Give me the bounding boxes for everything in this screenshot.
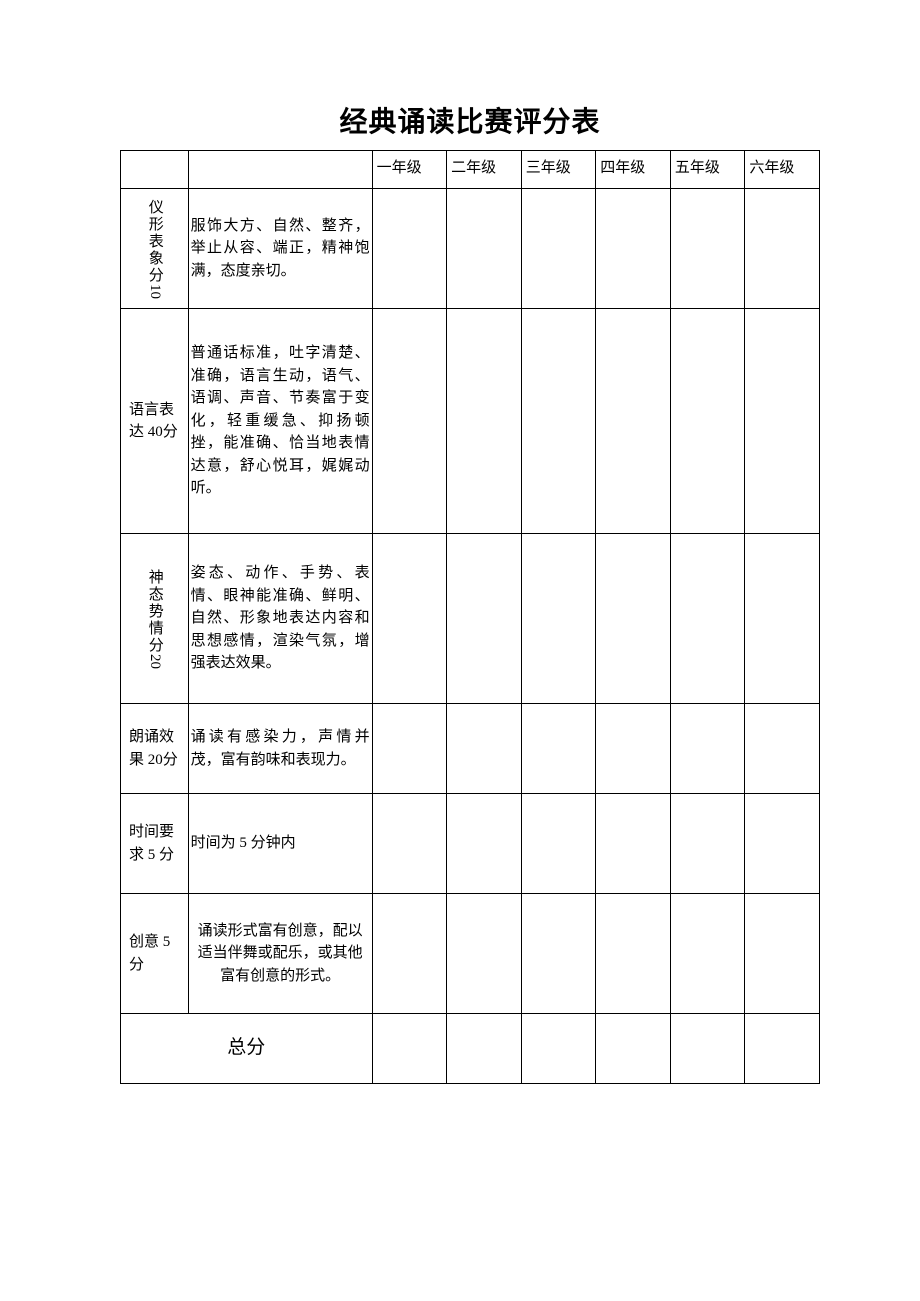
criteria-desc: 服饰大方、自然、整齐，举止从容、端正，精神饱满，态度亲切。 bbox=[188, 189, 372, 309]
score-cell bbox=[596, 794, 671, 894]
criteria-desc: 诵读形式富有创意，配以适当伴舞或配乐，或其他富有创意的形式。 bbox=[188, 894, 372, 1014]
score-table: 一年级 二年级 三年级 四年级 五年级 六年级 仪形表象分10 服饰大方、自然、… bbox=[120, 150, 820, 1084]
total-cell bbox=[596, 1014, 671, 1084]
score-cell bbox=[521, 894, 596, 1014]
total-cell bbox=[521, 1014, 596, 1084]
category-cell: 语言表达 40分 bbox=[121, 309, 189, 534]
score-cell bbox=[372, 309, 447, 534]
score-cell bbox=[447, 534, 522, 704]
category-cell: 神态势情分20 bbox=[121, 534, 189, 704]
table-row: 神态势情分20 姿态、动作、手势、表情、眼神能准确、鲜明、自然、形象地表达内容和… bbox=[121, 534, 820, 704]
score-cell bbox=[447, 704, 522, 794]
score-cell bbox=[745, 704, 820, 794]
page-title: 经典诵读比赛评分表 bbox=[120, 100, 820, 140]
criteria-desc: 诵读有感染力，声情并茂，富有韵味和表现力。 bbox=[188, 704, 372, 794]
header-grade-3: 三年级 bbox=[521, 151, 596, 189]
table-row: 朗诵效果 20分 诵读有感染力，声情并茂，富有韵味和表现力。 bbox=[121, 704, 820, 794]
table-row: 时间要求 5 分 时间为 5 分钟内 bbox=[121, 794, 820, 894]
score-cell bbox=[745, 534, 820, 704]
table-header-row: 一年级 二年级 三年级 四年级 五年级 六年级 bbox=[121, 151, 820, 189]
category-cell: 创意 5分 bbox=[121, 894, 189, 1014]
score-cell bbox=[596, 534, 671, 704]
score-cell bbox=[372, 794, 447, 894]
table-total-row: 总分 bbox=[121, 1014, 820, 1084]
score-cell bbox=[596, 189, 671, 309]
category-label-vertical: 仪形表象分10 bbox=[144, 199, 165, 299]
score-cell bbox=[447, 309, 522, 534]
score-cell bbox=[745, 309, 820, 534]
score-cell bbox=[372, 189, 447, 309]
score-cell bbox=[447, 894, 522, 1014]
category-cell: 仪形表象分10 bbox=[121, 189, 189, 309]
header-blank-1 bbox=[121, 151, 189, 189]
total-label: 总分 bbox=[121, 1014, 373, 1084]
category-cell: 时间要求 5 分 bbox=[121, 794, 189, 894]
criteria-desc: 姿态、动作、手势、表情、眼神能准确、鲜明、自然、形象地表达内容和思想感情，渲染气… bbox=[188, 534, 372, 704]
header-grade-6: 六年级 bbox=[745, 151, 820, 189]
table-row: 语言表达 40分 普通话标准，吐字清楚、准确，语言生动，语气、语调、声音、节奏富… bbox=[121, 309, 820, 534]
score-cell bbox=[447, 189, 522, 309]
score-cell bbox=[670, 309, 745, 534]
score-cell bbox=[372, 894, 447, 1014]
criteria-desc: 普通话标准，吐字清楚、准确，语言生动，语气、语调、声音、节奏富于变化，轻重缓急、… bbox=[188, 309, 372, 534]
score-cell bbox=[372, 534, 447, 704]
table-row: 创意 5分 诵读形式富有创意，配以适当伴舞或配乐，或其他富有创意的形式。 bbox=[121, 894, 820, 1014]
score-cell bbox=[670, 189, 745, 309]
header-blank-2 bbox=[188, 151, 372, 189]
score-cell bbox=[447, 794, 522, 894]
score-cell bbox=[745, 794, 820, 894]
score-cell bbox=[670, 704, 745, 794]
category-label-vertical: 神态势情分20 bbox=[144, 569, 165, 669]
score-cell bbox=[596, 704, 671, 794]
header-grade-5: 五年级 bbox=[670, 151, 745, 189]
score-cell bbox=[670, 894, 745, 1014]
score-cell bbox=[521, 704, 596, 794]
header-grade-2: 二年级 bbox=[447, 151, 522, 189]
score-cell bbox=[521, 189, 596, 309]
score-cell bbox=[670, 794, 745, 894]
score-cell bbox=[372, 704, 447, 794]
score-cell bbox=[521, 794, 596, 894]
header-grade-1: 一年级 bbox=[372, 151, 447, 189]
score-cell bbox=[596, 894, 671, 1014]
score-cell bbox=[670, 534, 745, 704]
criteria-desc: 时间为 5 分钟内 bbox=[188, 794, 372, 894]
table-row: 仪形表象分10 服饰大方、自然、整齐，举止从容、端正，精神饱满，态度亲切。 bbox=[121, 189, 820, 309]
category-cell: 朗诵效果 20分 bbox=[121, 704, 189, 794]
total-cell bbox=[372, 1014, 447, 1084]
total-cell bbox=[447, 1014, 522, 1084]
score-cell bbox=[745, 894, 820, 1014]
score-cell bbox=[521, 534, 596, 704]
score-cell bbox=[745, 189, 820, 309]
total-cell bbox=[670, 1014, 745, 1084]
score-cell bbox=[596, 309, 671, 534]
score-cell bbox=[521, 309, 596, 534]
header-grade-4: 四年级 bbox=[596, 151, 671, 189]
total-cell bbox=[745, 1014, 820, 1084]
